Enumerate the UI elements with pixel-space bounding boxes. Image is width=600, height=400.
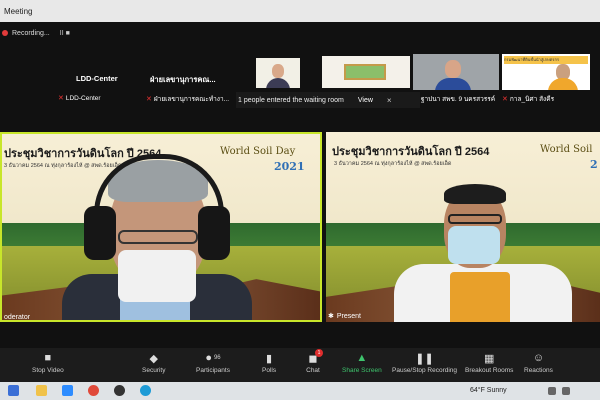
recording-label: Recording...: [12, 29, 50, 37]
title-bar: Meeting: [0, 0, 600, 22]
close-icon[interactable]: ×: [387, 96, 392, 105]
active-speaker-video[interactable]: ประชุมวิชาการวันดินโลก ปี 2564 3 ธันวาคม…: [0, 132, 322, 322]
tile-label-text: ฐาปนา สพข. 9 นครสวรรค์: [420, 96, 496, 103]
world-soil-day-logo: World Soil: [540, 144, 593, 155]
tile-label-ldd-center: ✕ LDD-Center: [58, 94, 101, 103]
tool-label: Share Screen: [342, 367, 382, 374]
mic-muted-icon: ✕: [146, 96, 152, 103]
waiting-room-notification: 1 people entered the waiting room View ×: [236, 92, 420, 108]
video-icon: ■: [44, 352, 52, 364]
share-screen-icon: ▲: [356, 352, 368, 364]
tile-label-kannisa: ✕ กาล_นิศา สังคีร: [502, 94, 554, 104]
tile-label-text: ฝ่ายเลขานุการคณะทำงา...: [153, 96, 230, 103]
thumb-banner: กรมพัฒนาที่ดินชั้นนำสู่เกษตรกร: [504, 56, 588, 64]
video-name-text: Present: [336, 312, 361, 320]
speaker-glasses: [448, 214, 502, 224]
video-name-label: ✱ Present: [328, 312, 361, 321]
polls-icon: ▮: [266, 352, 273, 365]
tile-label-text: LDD-Center: [65, 94, 101, 102]
recording-controls[interactable]: II ■: [60, 30, 70, 37]
world-soil-day-year: 2021: [274, 160, 305, 173]
app-icon[interactable]: [114, 385, 125, 396]
tool-label: Polls: [262, 367, 277, 374]
participants-button[interactable]: ● 96 Participants: [196, 352, 230, 374]
world-soil-day-logo: World Soil Day: [220, 146, 296, 157]
participant-face: [445, 60, 461, 78]
pin-icon: ✱: [328, 313, 334, 320]
breakout-rooms-button[interactable]: ▦ Breakout Rooms: [465, 352, 514, 375]
mic-muted-icon: ✕: [502, 96, 508, 103]
video-name-label: oderator: [4, 314, 31, 321]
participants-icon: ● 96: [205, 352, 221, 364]
chrome-icon[interactable]: [88, 385, 99, 396]
chat-button[interactable]: ◼ 1 Chat: [306, 349, 323, 374]
tool-label: Breakout Rooms: [465, 367, 514, 374]
chat-icon: ◼ 1: [306, 349, 323, 365]
face-mask: [448, 226, 500, 264]
participant-thumb-4[interactable]: กรมพัฒนาที่ดินชั้นนำสู่เกษตรกร: [502, 54, 590, 90]
speaker-glasses: [118, 230, 198, 244]
network-icon[interactable]: [548, 387, 556, 395]
volume-icon[interactable]: [562, 387, 570, 395]
world-soil-day-year: 2: [590, 158, 598, 171]
mic-muted-icon: ✕: [58, 95, 64, 102]
waiting-room-message: 1 people entered the waiting room: [238, 96, 344, 104]
participant-body: [548, 78, 578, 90]
zoom-icon[interactable]: [62, 385, 73, 396]
breakout-rooms-icon: ▦: [484, 352, 495, 365]
banner-subtitle: 3 ธันวาคม 2564 ณ ทุ่งกุลาร้องไห้ @ สพด.ร…: [4, 163, 122, 169]
recording-indicator[interactable]: Recording... II ■: [0, 26, 70, 40]
participant-thumb-1[interactable]: [256, 58, 300, 88]
meeting-toolbar: ■ Stop Video ◆ Security ● 96 Participants…: [0, 348, 600, 382]
participant-thumb-2[interactable]: [322, 56, 410, 88]
participant-name-ldd-center: LDD-Center: [76, 74, 118, 83]
tile-label-text: กาล_นิศา สังคีร: [509, 96, 555, 103]
participant-thumb-3[interactable]: [413, 54, 499, 90]
banner-title: ประชุมวิชาการวันดินโลก ปี 2564: [332, 146, 490, 158]
participants-count: 96: [213, 355, 221, 361]
headphone-earcup-left: [84, 206, 116, 260]
tool-label: Pause/Stop Recording: [392, 367, 458, 374]
reactions-button[interactable]: ☺ Reactions: [524, 352, 553, 374]
tool-label: Stop Video: [32, 367, 64, 374]
edge-icon[interactable]: [140, 385, 151, 396]
stop-video-button[interactable]: ■ Stop Video: [32, 352, 64, 374]
os-taskbar: 64°F Sunny: [0, 382, 600, 400]
participant-name-secretariat: ฝ่ายเลขานุการคณ...: [150, 75, 216, 84]
tool-label: Chat: [306, 367, 320, 374]
zoom-meeting-window: Meeting Recording... II ■ LDD-Center ฝ่า…: [0, 0, 600, 400]
speaker-hair: [444, 184, 506, 204]
reactions-icon: ☺: [532, 352, 545, 364]
file-explorer-icon[interactable]: [36, 385, 47, 396]
security-button[interactable]: ◆ Security: [142, 352, 166, 375]
tool-label: Reactions: [524, 367, 553, 374]
headphone-earcup-right: [198, 206, 230, 260]
tile-label-thapana: ✕ ฐาปนา สพข. 9 นครสวรรค์: [413, 94, 495, 104]
chat-badge: 1: [315, 349, 323, 357]
view-waiting-room-button[interactable]: View: [358, 97, 373, 104]
polls-button[interactable]: ▮ Polls: [262, 352, 277, 375]
record-icon: ❚❚: [415, 352, 434, 365]
weather-widget[interactable]: 64°F Sunny: [470, 387, 507, 394]
participant-video-right[interactable]: ประชุมวิชาการวันดินโลก ปี 2564 3 ธันวาคม…: [326, 132, 600, 322]
participant-body: [266, 78, 290, 88]
record-dot-icon: [2, 30, 8, 36]
pause-stop-recording-button[interactable]: ❚❚ Pause/Stop Recording: [392, 352, 458, 375]
tool-label: Participants: [196, 367, 230, 374]
face-mask: [118, 250, 196, 302]
windows-start-icon[interactable]: [8, 385, 19, 396]
share-screen-button[interactable]: ▲ Share Screen: [342, 352, 382, 374]
speaker-shirt: [450, 272, 510, 322]
tile-label-secretariat: ✕ ฝ่ายเลขานุการคณะทำงา...: [146, 94, 229, 104]
window-title: Meeting: [4, 6, 33, 16]
framed-picture: [344, 64, 386, 80]
participant-body: [435, 78, 471, 90]
shield-icon: ◆: [149, 352, 158, 365]
tool-label: Security: [142, 367, 166, 374]
participant-face: [272, 64, 284, 78]
banner-subtitle: 3 ธันวาคม 2564 ณ ทุ่งกุลาร้องไห้ @ สพด.ร…: [334, 161, 452, 167]
